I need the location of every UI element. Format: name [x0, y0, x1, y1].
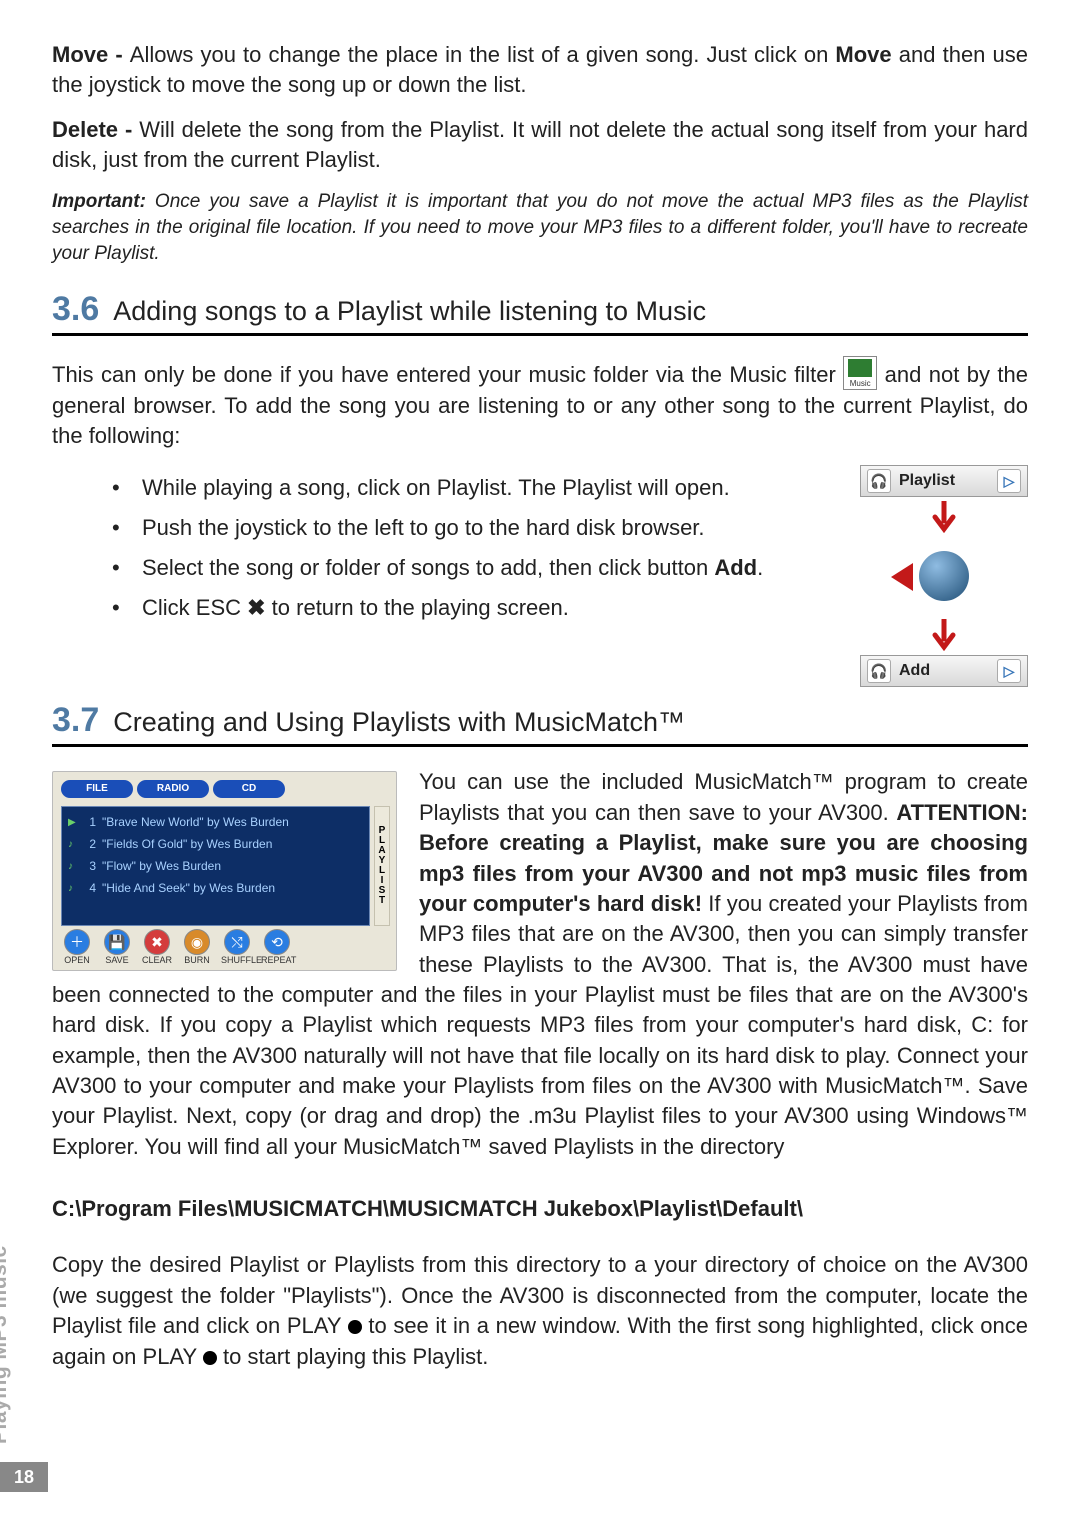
s37-paragraph-2: Copy the desired Playlist or Playlists f…: [52, 1250, 1028, 1371]
down-arrow-icon: [860, 615, 1028, 655]
play-marker-icon: ▶: [68, 817, 82, 828]
mm-tab-radio: RADIO: [137, 780, 209, 798]
list-item: While playing a song, click on Playlist.…: [112, 473, 836, 503]
section-3-6-heading: 3.6 Adding songs to a Playlist while lis…: [52, 290, 1028, 336]
mm-row: ♪3"Flow" by Wes Burden: [68, 855, 363, 877]
add-headphones-icon: 🎧: [867, 659, 891, 683]
playlist-add-illustration: 🎧 Playlist ▷ 🎧 Add ▷: [860, 465, 1028, 687]
note-icon: ♪: [68, 861, 82, 872]
list-item: Select the song or folder of songs to ad…: [112, 553, 836, 583]
play-dot-icon: [203, 1351, 217, 1365]
play-icon: ▷: [997, 469, 1021, 493]
mm-tab-file: FILE: [61, 780, 133, 798]
section-number: 3.7: [52, 701, 99, 740]
mm-clear-button: ✖CLEAR: [141, 929, 173, 965]
note-icon: ♪: [68, 883, 82, 894]
mm-button-row: ＋OPEN 💾SAVE ✖CLEAR ◉BURN ⤭SHUFFLE ⟲REPEA…: [61, 930, 388, 964]
mm-shuffle-button: ⤭SHUFFLE: [221, 929, 253, 965]
esc-x-icon: ✖: [247, 595, 265, 620]
playlist-headphones-icon: 🎧: [867, 469, 891, 493]
joystick-icon: [911, 543, 977, 609]
mm-save-button: 💾SAVE: [101, 929, 133, 965]
mm-playlist-area: ▶1"Brave New World" by Wes Burden ♪2"Fie…: [61, 806, 370, 926]
delete-paragraph: Delete - Will delete the song from the P…: [52, 115, 1028, 176]
playlist-bar: 🎧 Playlist ▷: [860, 465, 1028, 497]
down-arrow-icon: [860, 497, 1028, 537]
add-bar: 🎧 Add ▷: [860, 655, 1028, 687]
mm-open-button: ＋OPEN: [61, 929, 93, 965]
musicmatch-screenshot: FILE RADIO CD ▶1"Brave New World" by Wes…: [52, 771, 397, 971]
section-title: Adding songs to a Playlist while listeni…: [113, 296, 706, 327]
section-number: 3.6: [52, 290, 99, 329]
list-item: Push the joystick to the left to go to t…: [112, 513, 836, 543]
play-dot-icon: [348, 1320, 362, 1334]
mm-repeat-button: ⟲REPEAT: [261, 929, 293, 965]
page-number: 18: [0, 1462, 48, 1492]
note-icon: ♪: [68, 839, 82, 850]
playlist-path: C:\Program Files\MUSICMATCH\MUSICMATCH J…: [52, 1194, 1028, 1224]
mm-tab-cd: CD: [213, 780, 285, 798]
mm-side-playlist-label: PLAYLIST: [374, 806, 390, 926]
play-icon: ▷: [997, 659, 1021, 683]
mm-row: ▶1"Brave New World" by Wes Burden: [68, 811, 363, 833]
sidebar-chapter-label: Playing MP3 music: [0, 1245, 12, 1444]
important-note: Important: Once you save a Playlist it i…: [52, 189, 1028, 266]
section-3-7-heading: 3.7 Creating and Using Playlists with Mu…: [52, 701, 1028, 747]
move-label: Move -: [52, 42, 130, 67]
s36-intro: This can only be done if you have entere…: [52, 356, 1028, 451]
s36-bullet-list: While playing a song, click on Playlist.…: [112, 473, 836, 622]
mm-row: ♪4"Hide And Seek" by Wes Burden: [68, 877, 363, 899]
mm-burn-button: ◉BURN: [181, 929, 213, 965]
music-filter-icon: [843, 356, 877, 390]
list-item: Click ESC ✖ to return to the playing scr…: [112, 593, 836, 623]
delete-label: Delete -: [52, 117, 139, 142]
mm-row: ♪2"Fields Of Gold" by Wes Burden: [68, 833, 363, 855]
left-triangle-icon: [891, 563, 913, 591]
section-title: Creating and Using Playlists with MusicM…: [113, 707, 685, 738]
move-paragraph: Move - Allows you to change the place in…: [52, 40, 1028, 101]
